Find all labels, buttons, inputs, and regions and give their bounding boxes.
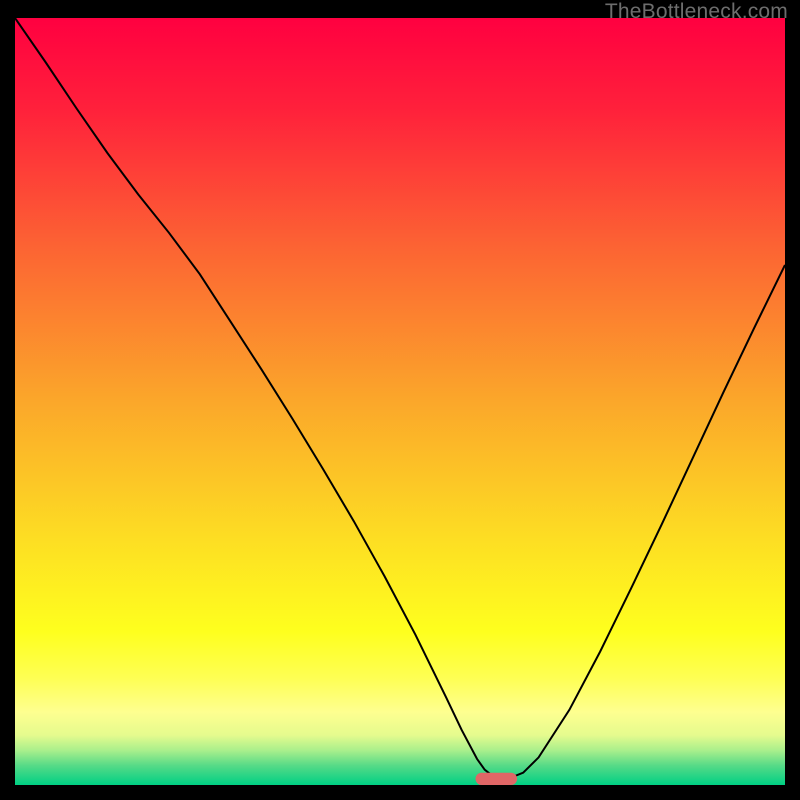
chart-frame — [0, 18, 800, 800]
chart-plot-area — [15, 18, 785, 785]
optimal-marker — [476, 773, 518, 785]
chart-background — [15, 18, 785, 785]
chart-svg — [15, 18, 785, 785]
